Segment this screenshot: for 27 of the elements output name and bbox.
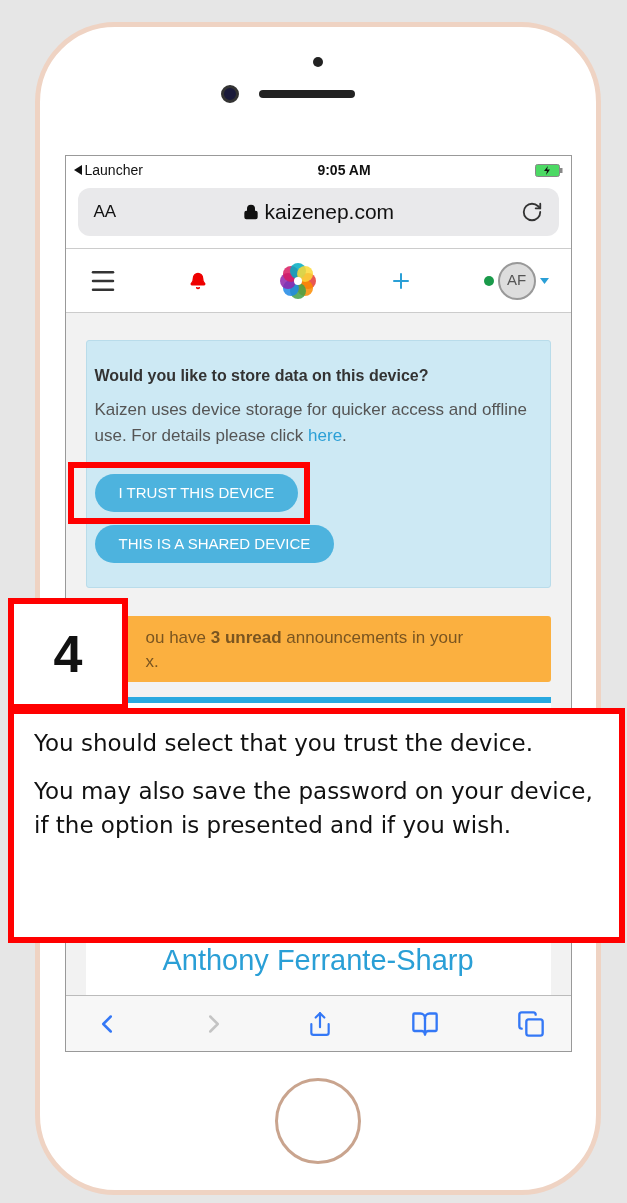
announcement-text: ou have 3 unread announcements in your bbox=[145, 627, 465, 649]
status-time: 9:05 AM bbox=[316, 160, 372, 180]
camera-icon bbox=[221, 85, 239, 103]
lock-icon bbox=[242, 204, 259, 220]
flower-logo-icon[interactable] bbox=[277, 260, 318, 301]
prompt-title: Would you like to store data on this device? bbox=[94, 366, 430, 386]
address-bar[interactable]: AA kaizenep.com bbox=[77, 188, 559, 236]
profile-name: Anthony Ferrante-Sharp bbox=[162, 943, 474, 978]
instruction-text: You may also save the password on your device, if the option is presented and if you wish. bbox=[34, 777, 594, 840]
step-number-box: 4 bbox=[8, 598, 128, 710]
url-text: kaizenep.com bbox=[264, 199, 395, 226]
tabs-icon[interactable] bbox=[516, 1009, 545, 1038]
home-button[interactable] bbox=[275, 1078, 361, 1164]
book-icon[interactable] bbox=[410, 1009, 439, 1038]
share-icon[interactable] bbox=[307, 1010, 333, 1037]
caret-icon[interactable] bbox=[539, 277, 549, 284]
battery-charging-icon bbox=[534, 163, 563, 177]
text-size-button[interactable]: AA bbox=[93, 199, 117, 225]
bell-icon[interactable] bbox=[188, 271, 207, 290]
reload-icon[interactable] bbox=[520, 201, 543, 223]
speaker-slot-icon bbox=[259, 90, 355, 98]
back-app-label[interactable]: Launcher bbox=[84, 159, 143, 181]
prompt-text: Kaizen uses device storage for quicker access and offline use. For details please click here. bbox=[94, 399, 528, 447]
announcement-text-end: x. bbox=[145, 651, 160, 673]
instruction-text: You should select that you trust the device. bbox=[34, 729, 534, 758]
avatar[interactable]: AF bbox=[497, 261, 536, 300]
back-triangle-icon[interactable] bbox=[73, 165, 82, 175]
